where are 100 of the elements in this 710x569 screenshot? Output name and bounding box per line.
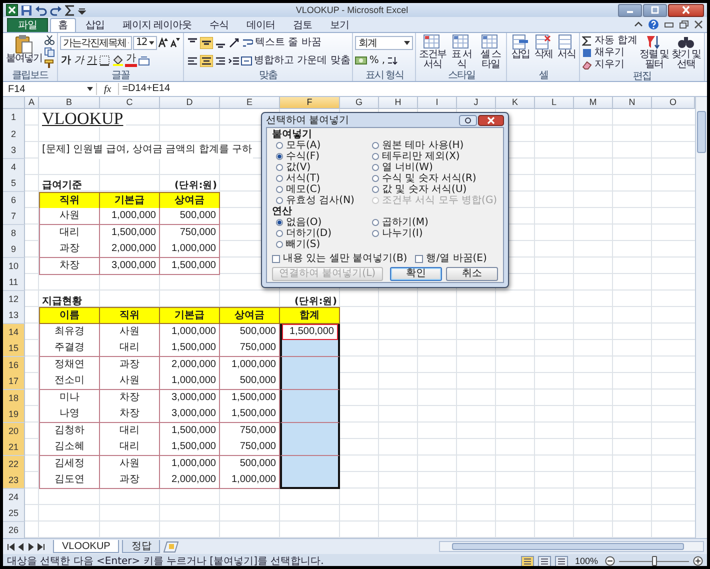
row-header[interactable]: 3 — [3, 142, 25, 159]
row-header[interactable]: 4 — [3, 158, 25, 176]
checkbox-label[interactable]: 내용 있는 셀만 붙여넣기(B) — [283, 253, 408, 264]
undo-icon[interactable] — [35, 4, 47, 16]
column-header[interactable]: H — [379, 97, 418, 109]
column-header[interactable]: K — [496, 97, 535, 109]
option-label[interactable]: 수식 및 숫자 서식(R) — [382, 173, 476, 184]
phonetic-guide-icon[interactable] — [138, 55, 150, 66]
font-style-button[interactable]: 가 — [60, 54, 72, 66]
redo-icon[interactable] — [50, 4, 62, 16]
column-header[interactable]: J — [457, 97, 496, 109]
vertical-scrollbar[interactable] — [695, 97, 707, 538]
sum-icon[interactable] — [65, 4, 75, 16]
row-header[interactable]: 17 — [3, 373, 25, 390]
editing-button[interactable]: 자동 합계 — [582, 35, 638, 47]
ribbon-tab[interactable]: 검토 — [285, 18, 320, 32]
option-label[interactable]: 유효성 검사(N) — [286, 195, 354, 206]
number-style-button[interactable]: , — [380, 54, 386, 66]
column-header[interactable]: M — [574, 97, 613, 109]
column-header[interactable]: C — [100, 97, 160, 109]
editing-menu-button[interactable]: 찾기 및 선택 — [670, 34, 702, 70]
cell-button[interactable]: 삽입 — [509, 34, 532, 60]
row-header[interactable]: 14 — [3, 324, 25, 340]
text-orientation-icon[interactable] — [228, 36, 241, 48]
number-format-field[interactable]: 회계 — [355, 36, 414, 50]
insert-sheet-icon[interactable] — [163, 540, 180, 552]
format-painter-icon[interactable] — [44, 59, 55, 69]
font-style-button[interactable]: 가 — [86, 54, 98, 66]
radio-button[interactable] — [372, 219, 379, 226]
row-header[interactable]: 25 — [3, 505, 25, 522]
merge-center-button[interactable]: 병합하고 가운데 맞춤 — [241, 54, 350, 66]
row-header[interactable]: 2 — [3, 126, 25, 142]
editing-menu-button[interactable]: 정렬 및 필터 — [638, 34, 670, 70]
radio-button[interactable] — [276, 219, 283, 226]
close-icon[interactable] — [694, 20, 703, 29]
indent-icon[interactable] — [228, 54, 240, 66]
horizontal-scrollbar[interactable] — [439, 541, 704, 552]
radio-button[interactable] — [276, 153, 283, 160]
row-header[interactable]: 6 — [3, 192, 25, 208]
wrap-text-button[interactable]: 텍스트 줄 바꿈 — [242, 36, 322, 48]
radio-button[interactable] — [372, 164, 379, 171]
row-header[interactable]: 26 — [3, 522, 25, 538]
checkbox[interactable] — [272, 254, 280, 262]
option-label[interactable]: 빼기(S) — [286, 239, 320, 250]
style-button[interactable]: 표 서식 — [447, 34, 476, 70]
help-icon[interactable] — [648, 19, 659, 30]
zoom-in-icon[interactable] — [693, 556, 703, 566]
currency-icon[interactable] — [355, 55, 368, 66]
row-header[interactable]: 19 — [3, 406, 25, 423]
maximize-button[interactable] — [643, 4, 667, 16]
font-style-button[interactable]: 가 — [73, 54, 85, 66]
view-icon[interactable] — [520, 556, 534, 566]
ribbon-tab[interactable]: 홈 — [50, 18, 76, 32]
radio-button[interactable] — [372, 230, 379, 237]
row-header[interactable]: 23 — [3, 472, 25, 489]
editing-button[interactable]: 채우기 — [582, 47, 638, 59]
view-icon[interactable] — [554, 556, 568, 566]
option-label[interactable]: 값(V) — [286, 162, 311, 173]
font-size-field[interactable]: 12 — [133, 36, 157, 50]
checkbox[interactable] — [415, 254, 424, 262]
close-button[interactable] — [668, 4, 704, 16]
row-header[interactable]: 7 — [3, 208, 25, 225]
grow-font-icon[interactable] — [158, 37, 169, 48]
column-header[interactable]: O — [652, 97, 695, 109]
style-button[interactable]: 셀 스타일 — [476, 34, 504, 70]
zoom-slider[interactable] — [652, 556, 656, 566]
horizontal-align-icon[interactable] — [200, 54, 213, 66]
copy-icon[interactable] — [44, 47, 55, 57]
option-label[interactable]: 더하기(D) — [286, 228, 332, 239]
zoom-out-icon[interactable] — [605, 556, 615, 566]
option-label[interactable]: 테두리만 제외(X) — [382, 151, 460, 162]
row-header[interactable]: 22 — [3, 456, 25, 472]
sheet-tab[interactable]: VLOOKUP — [53, 540, 120, 553]
row-header[interactable]: 18 — [3, 390, 25, 406]
ribbon-tab[interactable]: 페이지 레이아웃 — [114, 18, 200, 32]
row-header[interactable]: 13 — [3, 307, 25, 324]
minimize-button[interactable] — [618, 4, 642, 16]
vertical-align-icon[interactable] — [200, 36, 213, 48]
option-label[interactable]: 메모(C) — [286, 184, 321, 195]
help-button-icon[interactable] — [459, 114, 477, 126]
radio-button[interactable] — [372, 175, 379, 182]
row-header[interactable]: 16 — [3, 356, 25, 374]
save-icon[interactable] — [21, 4, 32, 16]
formula-field[interactable]: =D14+E14 — [118, 83, 705, 95]
sheet-tab[interactable]: 정답 — [122, 540, 160, 553]
column-header[interactable]: F — [280, 97, 340, 109]
row-header[interactable]: 1 — [3, 109, 25, 127]
radio-button[interactable] — [372, 186, 379, 193]
row-header[interactable]: 15 — [3, 340, 25, 357]
shrink-font-icon[interactable] — [170, 37, 181, 48]
close-icon[interactable] — [478, 114, 504, 126]
checkbox-label[interactable]: 행/열 바꿈(E) — [426, 253, 487, 264]
style-button[interactable]: 조건부 서식 — [418, 34, 446, 70]
radio-button[interactable] — [276, 142, 283, 149]
row-header[interactable]: 8 — [3, 224, 25, 242]
option-label[interactable]: 열 너비(W) — [382, 162, 433, 173]
ribbon-tab[interactable]: 데이터 — [238, 18, 284, 32]
option-label[interactable]: 없음(O) — [286, 217, 322, 228]
view-icon[interactable] — [538, 556, 551, 566]
radio-button[interactable] — [372, 142, 379, 149]
